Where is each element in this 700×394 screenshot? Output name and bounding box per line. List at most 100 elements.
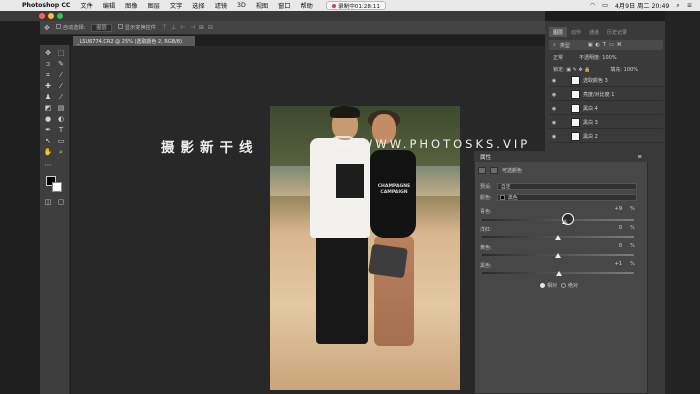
filter-icons[interactable]: ▣◐T▭⌘ <box>588 42 625 48</box>
yellow-slider-thumb[interactable] <box>555 253 561 258</box>
menu-view[interactable]: 视图 <box>256 1 268 10</box>
panel-menu-icon[interactable]: ≡ <box>637 154 642 160</box>
layer-row[interactable]: ◉ 选取颜色 3 <box>549 75 663 87</box>
brush-tool-icon[interactable]: ⁄ <box>56 82 66 91</box>
app-menu[interactable]: Photoshop CC <box>22 2 70 9</box>
cyan-track[interactable] <box>482 219 634 221</box>
layer-name: 亮度/对比度 1 <box>583 92 615 98</box>
screen-edge <box>665 11 700 394</box>
crop-tool-icon[interactable]: ⌗ <box>43 71 53 80</box>
properties-header: 属性 ≡ <box>474 151 648 162</box>
gradient-tool-icon[interactable]: ▤ <box>56 104 66 113</box>
more-tools-icon[interactable]: ⋯ <box>43 161 53 170</box>
recording-indicator[interactable]: 录制中01:28:11 <box>326 1 386 10</box>
visibility-eye-icon[interactable]: ◉ <box>549 78 559 84</box>
eraser-tool-icon[interactable]: ◩ <box>43 104 53 113</box>
minimize-window-button[interactable] <box>48 13 54 19</box>
magenta-unit: % <box>630 225 635 231</box>
visibility-eye-icon[interactable]: ◉ <box>549 92 559 98</box>
blend-mode-dropdown[interactable]: 正常 <box>553 54 563 61</box>
visibility-eye-icon[interactable]: ◉ <box>549 106 559 112</box>
auto-select-dropdown[interactable]: 图层 <box>91 23 112 32</box>
magenta-slider-thumb[interactable] <box>555 235 561 240</box>
quick-mask-icon[interactable]: ◫ <box>43 198 53 207</box>
menu-type[interactable]: 文字 <box>170 1 182 10</box>
search-icon[interactable]: ⌕ <box>676 2 679 10</box>
distribute-icon[interactable]: ⊞ <box>199 24 204 31</box>
mask-icon[interactable] <box>490 167 498 174</box>
layer-filter-dropdown[interactable]: 类型 <box>560 42 570 49</box>
menu-edit[interactable]: 编辑 <box>103 1 115 10</box>
hand-tool-icon[interactable]: ✋ <box>43 148 53 157</box>
maximize-window-button[interactable] <box>57 13 63 19</box>
method-relative-radio[interactable]: 相对 <box>540 282 557 289</box>
layer-row[interactable]: ◉ 亮度/对比度 1 <box>549 89 663 101</box>
menu-file[interactable]: 文件 <box>80 1 92 10</box>
visibility-eye-icon[interactable]: ◉ <box>549 120 559 126</box>
shape-tool-icon[interactable]: ▭ <box>56 137 66 146</box>
zoom-tool-icon[interactable]: ⌕ <box>56 148 66 157</box>
wifi-icon[interactable]: ◠ <box>590 2 595 9</box>
layer-row[interactable]: ◉ 黑白 4 <box>549 103 663 115</box>
cyan-value[interactable]: +9 <box>600 206 622 212</box>
watermark-logo-icon <box>330 136 356 152</box>
menu-list-icon[interactable]: ≡ <box>687 2 692 9</box>
align-left-icon[interactable]: ⊢ <box>180 24 185 31</box>
battery-icon[interactable]: ▭ <box>602 2 608 9</box>
lasso-tool-icon[interactable]: ↄ <box>43 60 53 69</box>
dodge-tool-icon[interactable]: ◐ <box>56 115 66 124</box>
clock[interactable]: 4月9日 周二 20:49 <box>615 1 669 10</box>
align-top-icon[interactable]: ⊤ <box>162 24 167 31</box>
colors-dropdown[interactable]: 黑色 <box>497 194 637 201</box>
type-tool-icon[interactable]: T <box>56 126 66 135</box>
background-color-swatch[interactable] <box>52 182 62 192</box>
menu-3d[interactable]: 3D <box>237 2 246 9</box>
tab-actions[interactable]: 动作 <box>567 27 585 37</box>
blur-tool-icon[interactable]: ● <box>43 115 53 124</box>
marquee-tool-icon[interactable]: ⬚ <box>56 49 66 58</box>
move-tool-icon[interactable]: ✥ <box>43 49 53 58</box>
mouse-cursor-icon <box>562 213 574 225</box>
auto-select-checkbox[interactable]: 自动选择: <box>55 24 85 31</box>
yellow-unit: % <box>630 243 635 249</box>
healing-tool-icon[interactable]: ✚ <box>43 82 53 91</box>
menu-select[interactable]: 选择 <box>192 1 204 10</box>
transform-controls-checkbox[interactable]: 显示变换控件 <box>117 24 156 31</box>
screen-mode-icon[interactable]: ▢ <box>56 198 66 207</box>
align-center-icon[interactable]: ⊣ <box>190 24 195 31</box>
close-window-button[interactable] <box>39 13 45 19</box>
history-brush-icon[interactable]: ⁄ <box>56 93 66 102</box>
lock-controls[interactable]: 锁定: ▣ ✎ ✥ 🔒 <box>553 66 590 73</box>
opacity-control[interactable]: 不透明度: 100% <box>579 54 617 61</box>
distribute-h-icon[interactable]: ⊟ <box>208 24 213 31</box>
eyedropper-tool-icon[interactable]: ⁄ <box>56 71 66 80</box>
tab-history[interactable]: 历史记录 <box>603 27 631 37</box>
menu-help[interactable]: 帮助 <box>300 1 312 10</box>
visibility-eye-icon[interactable]: ◉ <box>549 134 559 140</box>
black-slider-thumb[interactable] <box>555 271 562 276</box>
align-middle-icon[interactable]: ⊥ <box>171 24 176 31</box>
yellow-value[interactable]: 0 <box>600 243 622 249</box>
black-value[interactable]: +1 <box>600 261 622 267</box>
fill-control[interactable]: 填充: 100% <box>610 66 638 73</box>
method-relative-label: 相对 <box>547 283 558 289</box>
document-title: _LSU6774.CR2 @ 25% (选取颜色 2, RGB/8) <box>77 38 182 45</box>
move-tool-icon[interactable]: ✥ <box>44 24 50 32</box>
menu-window[interactable]: 窗口 <box>278 1 290 10</box>
magenta-value[interactable]: 0 <box>600 225 622 231</box>
menu-bar-status: ◠ ▭ 4月9日 周二 20:49 ⌕ ≡ <box>590 0 692 11</box>
quick-select-tool-icon[interactable]: ✎ <box>56 60 66 69</box>
layer-row[interactable]: ◉ 黑白 3 <box>549 117 663 129</box>
method-absolute-radio[interactable]: 绝对 <box>561 282 578 289</box>
menu-image[interactable]: 图像 <box>125 1 137 10</box>
menu-filter[interactable]: 滤镜 <box>215 1 227 10</box>
pen-tool-icon[interactable]: ✒ <box>43 126 53 135</box>
layer-row[interactable]: ◉ 黑白 2 <box>549 131 663 143</box>
stamp-tool-icon[interactable]: ♟ <box>43 93 53 102</box>
menu-layer[interactable]: 图层 <box>148 1 160 10</box>
tab-channels[interactable]: 通道 <box>585 27 603 37</box>
path-select-tool-icon[interactable]: ↖ <box>43 137 53 146</box>
tab-layers[interactable]: 图层 <box>549 27 568 37</box>
preset-dropdown[interactable]: 自定 <box>497 183 637 190</box>
document-tab[interactable]: _LSU6774.CR2 @ 25% (选取颜色 2, RGB/8) <box>73 36 195 46</box>
